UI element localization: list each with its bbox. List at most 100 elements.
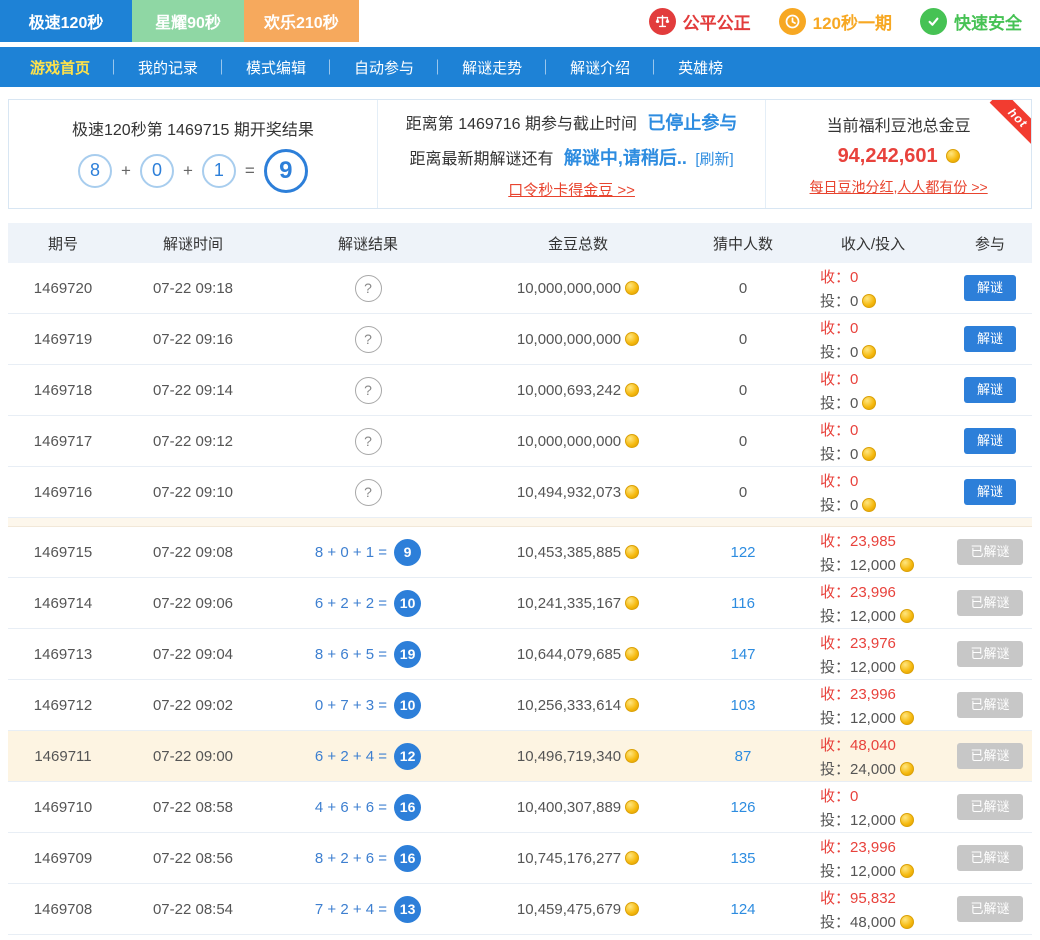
dividend-link[interactable]: 每日豆池分红,人人都有份 >> [810,177,988,197]
table-row: 146971607-22 09:10?10,494,932,0730收：0投：0… [8,467,1032,518]
total-beans: 10,000,000,000 [468,280,688,297]
nav-item-my-records[interactable]: 我的记录 [114,57,222,78]
nav-item-auto-join[interactable]: 自动参与 [330,57,438,78]
tab-happy-210s[interactable]: 欢乐210秒 [244,0,359,42]
draw-time: 07-22 08:54 [118,901,268,918]
issue-number: 1469708 [8,901,118,918]
pending-result-icon: ? [355,275,382,302]
result-cell: 4 + 6 + 6 =16 [268,794,468,821]
solve-button[interactable]: 解谜 [964,428,1016,454]
header-winners: 猜中人数 [688,233,798,254]
issue-number: 1469719 [8,331,118,348]
coin-icon [900,558,914,572]
draw-number: 1 [202,154,236,188]
draw-time: 07-22 09:14 [118,382,268,399]
income-invest-cell: 收：0投：0 [798,266,948,311]
total-beans: 10,000,000,000 [468,433,688,450]
coin-icon [625,902,639,916]
solve-button[interactable]: 解谜 [964,326,1016,352]
tab-speed-120s[interactable]: 极速120秒 [0,0,132,42]
winners-count: 87 [688,748,798,765]
deadline-text: 距离第 1469716 期参与截止时间 [406,116,637,133]
coin-icon [862,498,876,512]
table-header: 期号 解谜时间 解谜结果 金豆总数 猜中人数 收入/投入 参与 [8,223,1032,263]
action-cell: 已解谜 [948,539,1032,565]
income-invest-cell: 收：23,976投：12,000 [798,632,948,677]
invest-line: 投：12,000 [820,554,948,575]
solving-text: 距离最新期解谜还有 [409,151,553,168]
solve-button[interactable]: 解谜 [964,275,1016,301]
issue-number: 1469710 [8,799,118,816]
deadline-status: 已停止参与 [647,113,737,133]
draw-time: 07-22 09:16 [118,331,268,348]
income-line: 收：95,832 [820,887,948,908]
invest-line: 投：12,000 [820,707,948,728]
income-invest-cell: 收：23,996投：12,000 [798,836,948,881]
nav-item-trend[interactable]: 解谜走势 [438,57,546,78]
pool-amount-value: 94,242,601 [838,145,938,168]
header-result: 解谜结果 [268,233,468,254]
draw-time: 07-22 09:06 [118,595,268,612]
clock-icon [779,8,806,35]
nav-item-home[interactable]: 游戏首页 [6,57,114,78]
income-invest-cell: 收：0投：0 [798,317,948,362]
winners-count: 0 [688,382,798,399]
solve-button[interactable]: 解谜 [964,479,1016,505]
result-cell: 6 + 2 + 4 =12 [268,743,468,770]
tab-star-90s[interactable]: 星耀90秒 [132,0,244,42]
total-beans: 10,400,307,889 [468,799,688,816]
result-equation: 8 + 6 + 5 = [315,646,387,663]
plus-sign: + [183,161,193,181]
table-body: 146972007-22 09:18?10,000,000,0000收：0投：0… [8,263,1032,935]
income-line: 收：23,996 [820,683,948,704]
issue-number: 1469712 [8,697,118,714]
action-cell: 解谜 [948,326,1032,352]
refresh-link[interactable]: [刷新] [695,151,733,168]
income-invest-cell: 收：0投：0 [798,419,948,464]
invest-line: 投：0 [820,494,948,515]
total-beans: 10,459,475,679 [468,901,688,918]
winners-count: 126 [688,799,798,816]
scales-icon [649,8,676,35]
main-nav: 游戏首页 我的记录 模式编辑 自动参与 解谜走势 解谜介绍 英雄榜 [0,47,1040,87]
solved-button: 已解谜 [957,896,1022,922]
coin-icon [625,647,639,661]
draw-result-circle: 9 [264,149,308,193]
coin-icon [900,660,914,674]
action-cell: 已解谜 [948,590,1032,616]
nav-item-mode-edit[interactable]: 模式编辑 [222,57,330,78]
result-cell: 7 + 2 + 4 =13 [268,896,468,923]
info-panel: 极速120秒第 1469715 期开奖结果 8 + 0 + 1 = 9 距离第 … [8,99,1032,209]
income-invest-cell: 收：48,040投：24,000 [798,734,948,779]
solving-line: 距离最新期解谜还有 解谜中,请稍后.. [刷新] [409,144,733,170]
table-row: 146971507-22 09:088 + 0 + 1 =910,453,385… [8,527,1032,578]
promo-link[interactable]: 口令秒卡得金豆 >> [508,179,635,200]
coin-icon [900,915,914,929]
top-bar: 极速120秒 星耀90秒 欢乐210秒 公平公正 120秒一期 [0,0,1040,42]
result-circle: 10 [394,590,421,617]
table-row: 146971107-22 09:006 + 2 + 4 =1210,496,71… [8,731,1032,782]
winners-count: 103 [688,697,798,714]
income-invest-cell: 收：0投：0 [798,470,948,515]
coin-icon [625,698,639,712]
coin-icon [862,396,876,410]
table-row: 146970807-22 08:547 + 2 + 4 =1310,459,47… [8,884,1032,935]
nav-item-intro[interactable]: 解谜介绍 [546,57,654,78]
invest-line: 投：24,000 [820,758,948,779]
draw-number: 0 [140,154,174,188]
coin-icon [900,813,914,827]
nav-item-hero-board[interactable]: 英雄榜 [654,57,747,78]
coin-icon [625,800,639,814]
coin-icon [625,332,639,346]
income-line: 收：0 [820,266,948,287]
plus-sign: + [121,161,131,181]
solve-button[interactable]: 解谜 [964,377,1016,403]
issue-number: 1469715 [8,544,118,561]
result-circle: 19 [394,641,421,668]
action-cell: 解谜 [948,275,1032,301]
result-circle: 16 [394,794,421,821]
draw-time: 07-22 09:00 [118,748,268,765]
income-line: 收：23,996 [820,836,948,857]
total-beans: 10,745,176,277 [468,850,688,867]
coin-icon [862,294,876,308]
